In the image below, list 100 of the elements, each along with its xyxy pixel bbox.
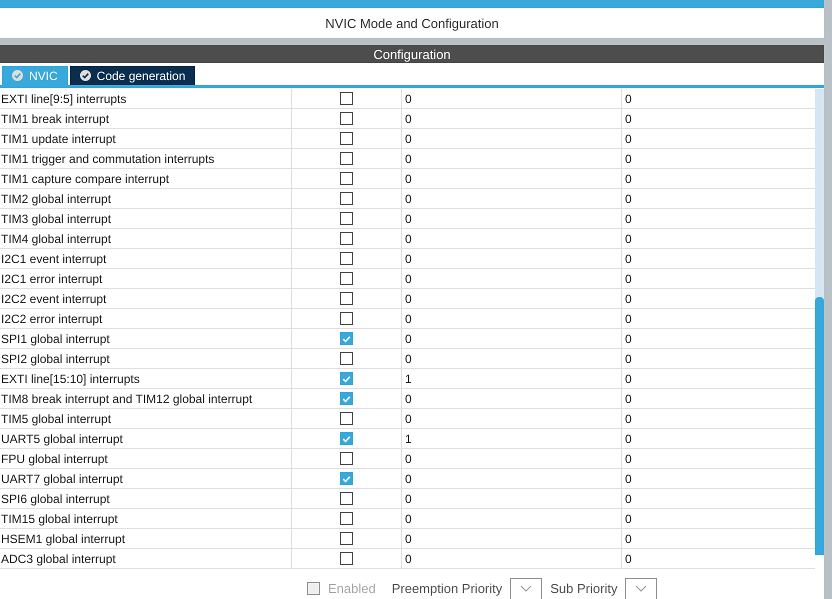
table-cell: TIM1 trigger and commutation interrupts xyxy=(0,149,292,168)
table-cell: SPI2 global interrupt xyxy=(0,349,292,368)
scrollbar[interactable] xyxy=(815,89,824,555)
checkbox[interactable] xyxy=(307,582,320,595)
table-cell: 0 xyxy=(402,129,622,148)
field-label: Preemption Priority xyxy=(392,581,502,598)
table-cell: TIM8 break interrupt and TIM12 global interrupt xyxy=(0,389,292,408)
checkbox[interactable] xyxy=(340,472,353,485)
checkbox[interactable] xyxy=(340,92,353,105)
checkbox[interactable] xyxy=(340,212,353,225)
checkbox-label: Enabled xyxy=(328,581,376,598)
table-cell-text: 0 xyxy=(624,250,633,268)
table-cell: 0 xyxy=(402,409,622,428)
table-cell: TIM2 global interrupt xyxy=(0,189,292,208)
table-cell-text: 0 xyxy=(624,490,633,508)
table-cell: ADC3 global interrupt xyxy=(0,549,292,568)
checkbox[interactable] xyxy=(340,372,353,385)
table-cell-text: 0 xyxy=(624,170,633,188)
checkbox[interactable] xyxy=(340,552,353,565)
checkbox[interactable] xyxy=(340,392,353,405)
table-cell: 0 xyxy=(402,249,622,268)
table-cell: 0 xyxy=(402,289,622,308)
field-label: Sub Priority xyxy=(550,581,618,598)
table-cell: SPI1 global interrupt xyxy=(0,329,292,348)
checkbox[interactable] xyxy=(340,292,353,305)
table-cell: EXTI line[15:10] interrupts xyxy=(0,369,292,388)
table-cell-text: 0 xyxy=(624,210,633,228)
table-cell: I2C2 error interrupt xyxy=(0,309,292,328)
checkbox[interactable] xyxy=(340,172,353,185)
table-cell-text: 0 xyxy=(624,390,633,408)
table-cell-text: 0 xyxy=(624,310,633,328)
table-cell: I2C1 event interrupt xyxy=(0,249,292,268)
dropdown[interactable] xyxy=(625,578,658,599)
table-cell: TIM1 update interrupt xyxy=(0,129,292,148)
table-cell: TIM1 capture compare interrupt xyxy=(0,169,292,188)
check-circle-icon xyxy=(12,70,23,81)
table-cell-text: 0 xyxy=(624,130,633,148)
table-cell-text: 0 xyxy=(624,190,633,208)
table-cell: 0 xyxy=(402,509,622,528)
table-cell: HSEM1 global interrupt xyxy=(0,529,292,548)
table-cell: UART7 global interrupt xyxy=(0,469,292,488)
table-cell-text: 0 xyxy=(624,530,633,548)
checkbox[interactable] xyxy=(340,252,353,265)
table-cell-text: 0 xyxy=(624,370,633,388)
table-cell-text: 0 xyxy=(624,510,633,528)
table-cell: 0 xyxy=(402,389,622,408)
table-cell: 0 xyxy=(402,209,622,228)
table-cell-text: 0 xyxy=(624,290,633,308)
table-cell: EXTI line[9:5] interrupts xyxy=(0,89,292,108)
checkbox[interactable] xyxy=(340,112,353,125)
table-cell: 0 xyxy=(402,89,622,108)
panel-title: NVIC Mode and Configuration xyxy=(324,14,500,33)
table-cell: I2C1 error interrupt xyxy=(0,269,292,288)
checkbox[interactable] xyxy=(340,232,353,245)
checkbox[interactable] xyxy=(340,412,353,425)
table-cell-text: 0 xyxy=(624,110,633,128)
table-cell: 0 xyxy=(402,269,622,288)
table-cell-text: 0 xyxy=(624,230,633,248)
table-cell-text: 0 xyxy=(624,350,633,368)
table-cell: TIM3 global interrupt xyxy=(0,209,292,228)
table-cell: 1 xyxy=(402,429,622,448)
checkbox[interactable] xyxy=(340,152,353,165)
checkbox[interactable] xyxy=(340,312,353,325)
table-cell: 0 xyxy=(402,309,622,328)
table-cell-text: 0 xyxy=(624,550,633,568)
table-cell: 0 xyxy=(402,449,622,468)
table-cell-text: 0 xyxy=(624,150,633,168)
table-cell-text: 0 xyxy=(624,450,633,468)
table-cell-text: 0 xyxy=(624,330,633,348)
table-cell-text: 0 xyxy=(624,270,633,288)
table-cell: 0 xyxy=(402,489,622,508)
checkbox[interactable] xyxy=(340,532,353,545)
checkbox[interactable] xyxy=(340,492,353,505)
table-cell: 0 xyxy=(402,529,622,548)
checkbox[interactable] xyxy=(340,132,353,145)
chevron-down-icon xyxy=(520,585,532,593)
table-cell: 0 xyxy=(402,189,622,208)
checkbox[interactable] xyxy=(340,432,353,445)
checkbox[interactable] xyxy=(340,272,353,285)
section-title: Configuration xyxy=(0,45,824,63)
checkbox[interactable] xyxy=(340,192,353,205)
checkbox[interactable] xyxy=(340,352,353,365)
checkbox[interactable] xyxy=(340,332,353,345)
table-cell: 1 xyxy=(402,369,622,388)
checkbox[interactable] xyxy=(340,452,353,465)
table-cell: TIM15 global interrupt xyxy=(0,509,292,528)
table-cell: 0 xyxy=(402,229,622,248)
table-cell: 0 xyxy=(402,349,622,368)
checkbox[interactable] xyxy=(340,512,353,525)
table-cell: TIM4 global interrupt xyxy=(0,229,292,248)
table-cell: 0 xyxy=(402,549,622,568)
dropdown[interactable] xyxy=(510,578,542,599)
scrollbar-thumb[interactable] xyxy=(815,297,824,555)
table-cell: 0 xyxy=(402,469,622,488)
tab[interactable]: Code generation xyxy=(70,66,196,85)
table-cell: TIM1 break interrupt xyxy=(0,109,292,128)
chevron-down-icon xyxy=(635,585,648,593)
table-cell: SPI6 global interrupt xyxy=(0,489,292,508)
table-cell-text: 0 xyxy=(624,90,633,108)
table-cell-text: 0 xyxy=(624,410,633,428)
